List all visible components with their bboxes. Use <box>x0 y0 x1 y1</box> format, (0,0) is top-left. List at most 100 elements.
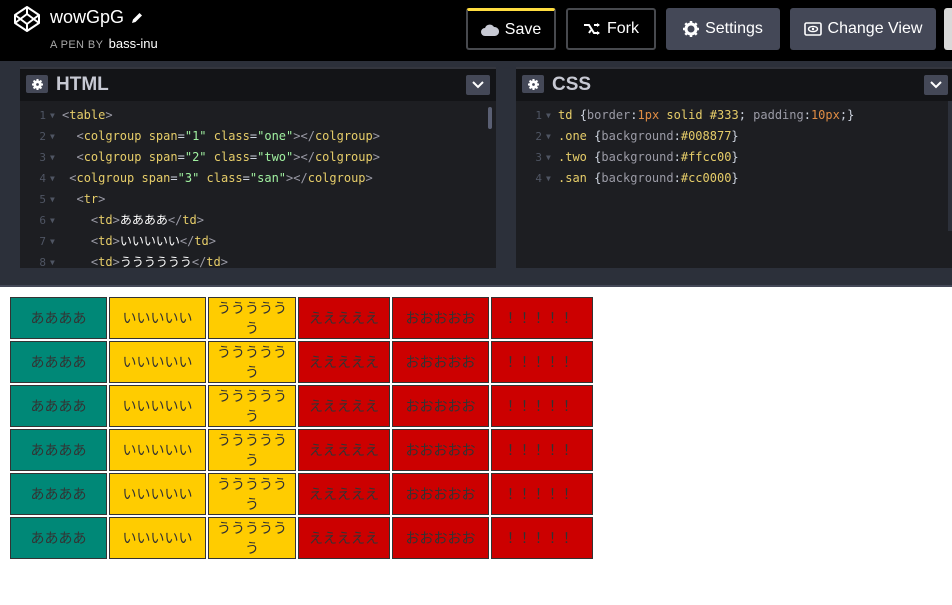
css-editor: CSS 1 ▼ td {border:1px solid #333; padding… <box>516 67 952 269</box>
html-collapse-button[interactable] <box>466 75 490 95</box>
fold-arrow-icon[interactable]: ▼ <box>50 147 55 168</box>
html-code-line: 6 ▼ <td>ああああ</td> <box>20 210 496 231</box>
html-code-area[interactable]: 1 ▼ <table> 2 ▼ <colgroup span="1" class="on… <box>20 105 496 269</box>
html-code-line: 2 ▼ <colgroup span="1" class="one"></colg… <box>20 126 496 147</box>
change-view-button[interactable]: Change View <box>790 8 936 50</box>
table-cell: ！！！！！ <box>491 517 593 559</box>
fork-icon <box>584 23 600 35</box>
byline-prefix: A PEN BY <box>50 39 104 51</box>
code-text: <table> <box>62 105 113 126</box>
code-token: = <box>242 171 250 185</box>
table-cell: おおおおお <box>392 473 489 515</box>
codepen-logo-icon[interactable] <box>13 5 41 33</box>
code-token: colgroup <box>307 171 366 185</box>
code-token: td <box>98 213 113 227</box>
code-token: 10px <box>810 108 840 122</box>
table-row: ああああ いいいいい うううううう えええええ おおおおお！！！！！ <box>10 385 593 427</box>
table-cell: ！！！！！ <box>491 385 593 427</box>
code-token: > <box>112 213 120 227</box>
css-settings-button[interactable] <box>522 75 544 93</box>
fold-arrow-icon[interactable]: ▼ <box>50 252 55 269</box>
html-settings-button[interactable] <box>26 75 48 93</box>
author-link[interactable]: bass-inu <box>109 36 158 51</box>
css-code-area[interactable]: 1 ▼ td {border:1px solid #333; padding:10p… <box>516 105 952 189</box>
css-collapse-button[interactable] <box>924 75 948 95</box>
html-scrollbar[interactable] <box>488 107 492 129</box>
fold-arrow-icon[interactable]: ▼ <box>546 147 551 168</box>
table-cell: おおおおお <box>392 341 489 383</box>
table-cell: うううううう <box>208 341 296 383</box>
code-token: .one <box>558 129 595 143</box>
chevron-down-icon <box>472 81 484 89</box>
table-cell: ああああ <box>10 341 107 383</box>
code-text: td {border:1px solid #333; padding:10px;… <box>558 105 854 126</box>
code-token: "3" <box>177 171 200 185</box>
save-button[interactable]: Save <box>466 8 556 50</box>
code-token: #008877 <box>680 129 732 143</box>
save-label: Save <box>504 20 542 38</box>
settings-button[interactable]: Settings <box>666 8 780 50</box>
fold-arrow-icon[interactable]: ▼ <box>50 189 55 210</box>
code-token: : <box>673 129 681 143</box>
line-number: 3 <box>535 151 542 164</box>
avatar[interactable] <box>944 8 952 50</box>
code-token: td <box>182 213 197 227</box>
gear-icon <box>527 78 539 90</box>
code-token: solid #333 <box>659 108 739 122</box>
fold-arrow-icon[interactable]: ▼ <box>546 126 551 147</box>
code-token: background <box>601 129 674 143</box>
code-token: うううううう <box>119 255 192 269</box>
table-row: ああああ いいいいい うううううう えええええ おおおおお！！！！！ <box>10 429 593 471</box>
fold-arrow-icon[interactable]: ▼ <box>50 168 55 189</box>
table-row: ああああ いいいいい うううううう えええええ おおおおお！！！！！ <box>10 297 593 339</box>
code-token: colgroup <box>76 171 135 185</box>
table-row: ああああ いいいいい うううううう えええええ おおおおお！！！！！ <box>10 517 593 559</box>
code-token: ></ <box>293 129 315 143</box>
css-editor-title: CSS <box>552 74 592 95</box>
fold-arrow-icon[interactable]: ▼ <box>546 105 551 126</box>
code-text: .san {background:#cc0000} <box>558 168 739 189</box>
line-number: 1 <box>39 109 46 122</box>
code-token: colgroup <box>314 150 373 164</box>
table-row: ああああ いいいいい うううううう えええええ おおおおお！！！！！ <box>10 341 593 383</box>
code-token: ></ <box>286 171 308 185</box>
fork-label: Fork <box>607 20 639 37</box>
code-token: : <box>673 171 681 185</box>
table-cell: いいいいい <box>109 297 206 339</box>
pane-resizer[interactable] <box>0 268 952 286</box>
chevron-down-icon <box>930 81 942 89</box>
fold-arrow-icon[interactable]: ▼ <box>50 105 55 126</box>
line-number: 4 <box>535 172 542 185</box>
cloud-icon <box>480 24 499 36</box>
pen-title[interactable]: wowGpG <box>50 7 144 28</box>
line-number: 4 <box>39 172 46 185</box>
code-token: = <box>177 150 185 164</box>
code-token: td <box>98 255 113 269</box>
html-code-line: 3 ▼ <colgroup span="2" class="two"></colg… <box>20 147 496 168</box>
fold-arrow-icon[interactable]: ▼ <box>546 168 551 189</box>
code-token: } <box>731 171 739 185</box>
fork-button[interactable]: Fork <box>566 8 656 50</box>
code-token: </ <box>179 234 195 248</box>
fold-arrow-icon[interactable]: ▼ <box>50 231 55 252</box>
css-scrollbar-track[interactable] <box>948 101 952 231</box>
code-token: = <box>177 129 185 143</box>
code-text: <colgroup span="1" class="one"></colgrou… <box>62 126 380 147</box>
html-code-line: 7 ▼ <td>いいいいい</td> <box>20 231 496 252</box>
code-token: ; <box>738 108 754 122</box>
table-row: ああああ いいいいい うううううう えええええ おおおおお！！！！！ <box>10 473 593 515</box>
pencil-icon[interactable] <box>130 11 144 25</box>
code-token: ;} <box>839 108 855 122</box>
code-token: #ffcc00 <box>680 150 732 164</box>
fold-arrow-icon[interactable]: ▼ <box>50 126 55 147</box>
css-code-line: 2 ▼ .one {background:#008877} <box>516 126 952 147</box>
fold-arrow-icon[interactable]: ▼ <box>50 210 55 231</box>
table-cell: いいいいい <box>109 429 206 471</box>
preview-table: ああああ いいいいい うううううう えええええ おおおおお！！！！！ ああああ いいいいいう… <box>8 295 595 561</box>
result-preview: ああああ いいいいい うううううう えええええ おおおおお！！！！！ ああああ いいいいいう… <box>0 287 952 605</box>
table-cell: えええええ <box>298 473 390 515</box>
